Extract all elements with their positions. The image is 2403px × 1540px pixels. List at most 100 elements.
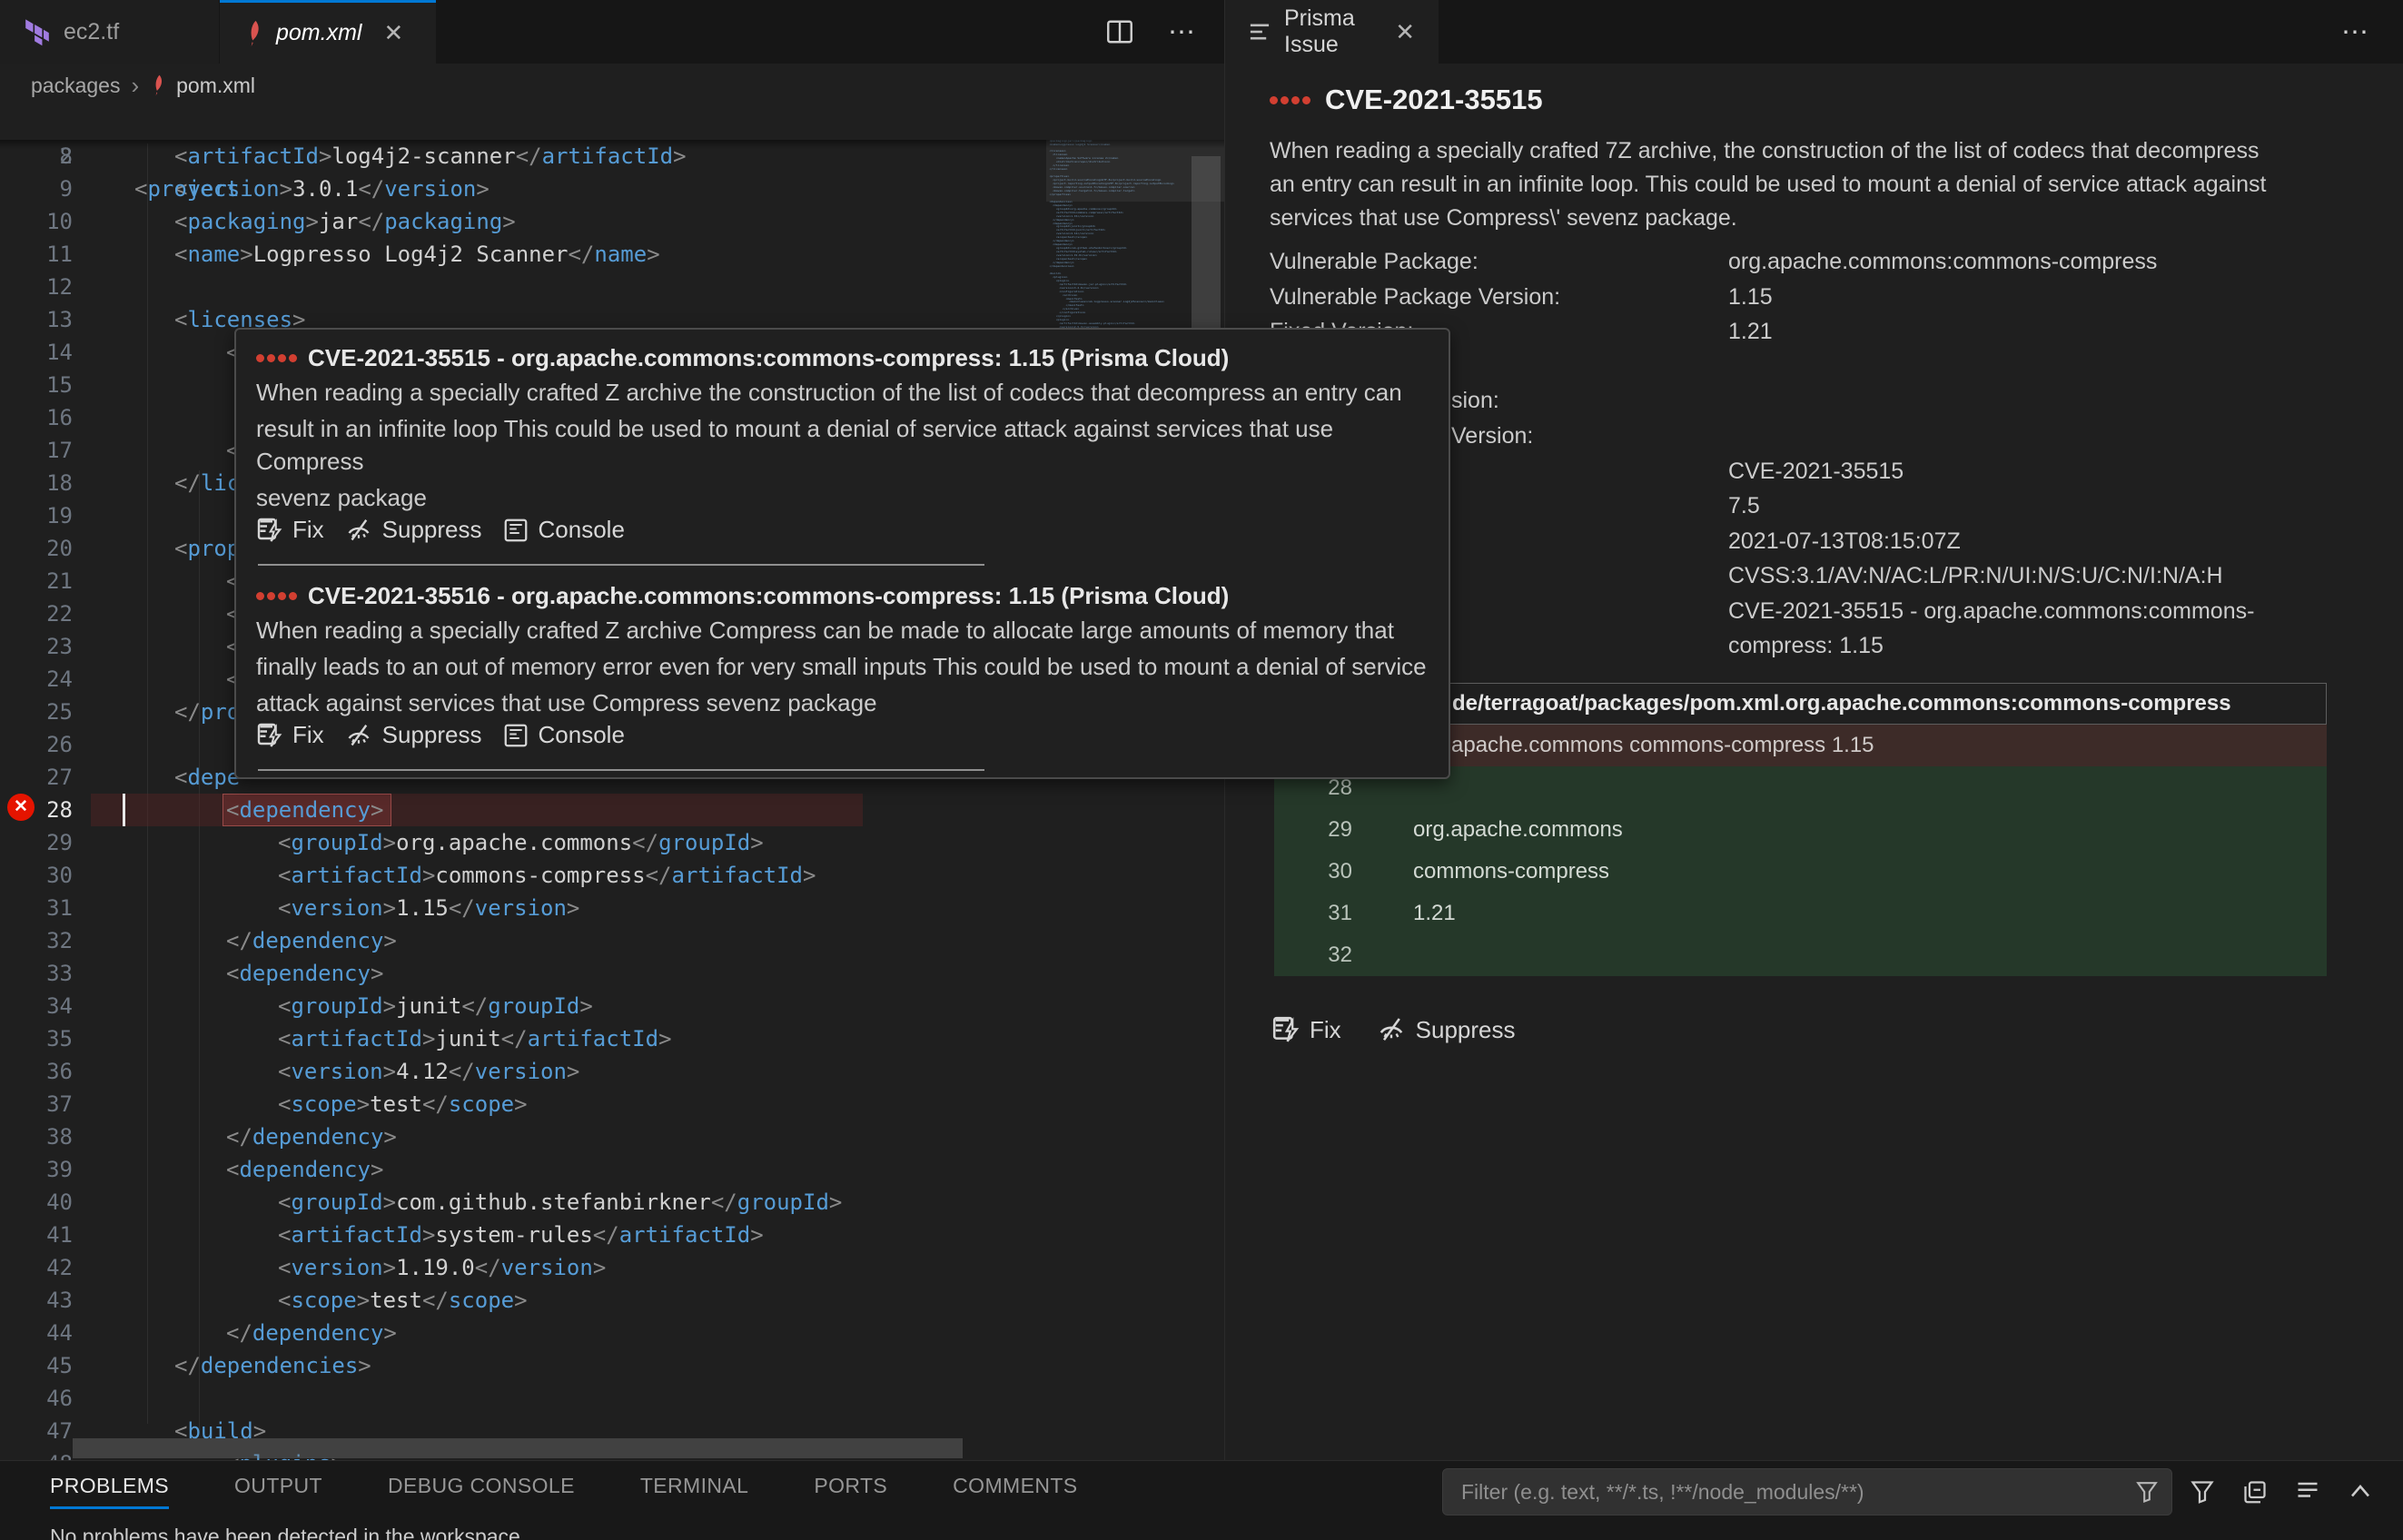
filter-funnel-icon[interactable] — [2131, 1476, 2162, 1507]
diff-line-number: 28 — [1300, 775, 1352, 801]
code-line[interactable]: 29<groupId>org.apache.commons</groupId> — [0, 826, 1224, 859]
breadcrumb-folder[interactable]: packages — [31, 74, 120, 98]
code-line[interactable]: 36<version>4.12</version> — [0, 1055, 1224, 1088]
line-number: 22 — [0, 597, 73, 630]
line-number: 30 — [0, 859, 73, 892]
severity-dots-icon — [256, 354, 297, 362]
line-number: 23 — [0, 630, 73, 663]
tab-prisma-issue[interactable]: Prisma Issue ✕ — [1224, 0, 1439, 64]
code-line[interactable]: 34<groupId>junit</groupId> — [0, 990, 1224, 1022]
line-number: 21 — [0, 565, 73, 597]
code-line[interactable]: 37 <scope>test</scope> — [0, 1088, 1224, 1120]
maven-icon — [150, 74, 165, 96]
code-text: <artifactId>commons-compress</artifactId… — [278, 859, 816, 892]
hover-cve-title: CVE-2021-35515 - org.apache.commons:comm… — [256, 344, 1429, 372]
code-line[interactable]: 31<version>1.15</version> — [0, 892, 1224, 924]
filter-icon[interactable] — [2187, 1476, 2218, 1507]
diff-line-text: org.apache.commons — [1413, 817, 1623, 843]
fix-button[interactable]: Fix — [256, 516, 324, 544]
chevron-up-icon[interactable] — [2345, 1476, 2376, 1507]
suppress-button[interactable]: Suppress — [344, 721, 482, 749]
split-editor-icon[interactable] — [1104, 16, 1135, 47]
bottom-tab-ports[interactable]: PORTS — [814, 1474, 887, 1509]
maven-icon — [243, 20, 263, 47]
close-icon[interactable]: ✕ — [383, 19, 403, 47]
code-line[interactable]: 42<version>1.19.0</version> — [0, 1251, 1224, 1284]
fix-label: Fix — [1310, 1016, 1341, 1044]
code-text: <version>4.12</version> — [278, 1055, 579, 1088]
code-line[interactable]: 35<artifactId>junit</artifactId> — [0, 1022, 1224, 1055]
close-icon[interactable]: ✕ — [1395, 18, 1415, 46]
suppress-button[interactable]: Suppress — [1376, 1015, 1516, 1044]
hover-divider — [258, 769, 984, 771]
code-line[interactable]: 44</dependency> — [0, 1317, 1224, 1349]
cve-heading: CVE-2021-35515 — [1270, 84, 1543, 116]
bottom-tab-comments[interactable]: COMMENTS — [953, 1474, 1077, 1509]
sticky-code-text: <project — [134, 173, 240, 205]
filter-input[interactable] — [1443, 1480, 2131, 1505]
code-line[interactable]: 33<dependency> — [0, 957, 1224, 990]
field-value: CVSS:3.1/AV:N/AC:L/PR:N/UI:N/S:U/C:N/I:N… — [1728, 563, 2223, 589]
horizontal-scrollbar[interactable] — [73, 1438, 963, 1458]
more-actions-icon[interactable]: ⋯ — [2339, 16, 2370, 47]
code-line[interactable]: 12 — [0, 271, 1224, 303]
code-text: <name>Logpresso Log4j2 Scanner</name> — [174, 238, 660, 271]
view-as-table-icon[interactable] — [2292, 1476, 2323, 1507]
code-text: </dependency> — [226, 1120, 397, 1153]
editor-tabbar-right: Prisma Issue ✕ ⋯ — [1224, 0, 2403, 64]
code-line[interactable]: 45</dependencies> — [0, 1349, 1224, 1382]
bottom-tab-debug-console[interactable]: DEBUG CONSOLE — [388, 1474, 575, 1509]
fix-button[interactable]: Fix — [1271, 1015, 1341, 1044]
code-line[interactable]: 32</dependency> — [0, 924, 1224, 957]
code-line[interactable]: 40<groupId>com.github.stefanbirkner</gro… — [0, 1186, 1224, 1219]
fix-icon — [256, 517, 283, 544]
breadcrumb-file[interactable]: pom.xml — [176, 74, 255, 98]
cve-description-line: services that use Compress\' sevenz pack… — [1270, 202, 1737, 235]
line-number: 41 — [0, 1219, 73, 1251]
code-text: <version>1.15</version> — [278, 892, 579, 924]
suppress-icon — [344, 722, 373, 749]
hover-cve-description: result in an infinite loop This could be… — [256, 412, 1429, 478]
code-editor[interactable]: 8<artifactId>log4j2-scanner</artifactId>… — [0, 107, 1224, 1460]
hover-cve-title: CVE-2021-35516 - org.apache.commons:comm… — [256, 582, 1429, 610]
code-line[interactable]: 10<packaging>jar</packaging> — [0, 205, 1224, 238]
bottom-tab-terminal[interactable]: TERMINAL — [640, 1474, 749, 1509]
vertical-scrollbar[interactable] — [1192, 156, 1221, 331]
line-number: 28 — [0, 794, 73, 826]
sticky-scroll-line[interactable]: 2 <project — [0, 107, 1224, 140]
bottom-tab-problems[interactable]: PROBLEMS — [50, 1474, 169, 1509]
tab-ec2-tf[interactable]: ec2.tf — [0, 0, 219, 64]
tab-pom-xml[interactable]: pom.xml ✕ — [220, 0, 436, 64]
hover-cve-description: sevenz package — [256, 481, 1429, 514]
field-value: org.apache.commons:commons-compress — [1728, 249, 2157, 275]
close-panel-icon[interactable]: ✕ — [2398, 1476, 2403, 1507]
code-text: <groupId>org.apache.commons</groupId> — [278, 826, 764, 859]
line-number: 37 — [0, 1088, 73, 1120]
suppress-button[interactable]: Suppress — [344, 516, 482, 544]
diff-line-number: 31 — [1300, 901, 1352, 926]
fix-button[interactable]: Fix — [256, 721, 324, 749]
code-line[interactable]: 46 — [0, 1382, 1224, 1415]
code-line[interactable]: 43<scope>test</scope> — [0, 1284, 1224, 1317]
code-text: <dependency> — [226, 1153, 383, 1186]
breadcrumb[interactable]: packages › pom.xml — [0, 64, 1224, 107]
console-button[interactable]: Console — [502, 516, 625, 544]
list-icon — [1248, 21, 1271, 43]
code-line[interactable]: 30 <artifactId>commons-compress</artifact… — [0, 859, 1224, 892]
line-number: 19 — [0, 499, 73, 532]
code-text: <scope>test</scope> — [278, 1088, 528, 1120]
code-line[interactable]: 39<dependency> — [0, 1153, 1224, 1186]
code-line[interactable]: 11<name>Logpresso Log4j2 Scanner</name> — [0, 238, 1224, 271]
code-line[interactable]: 38</dependency> — [0, 1120, 1224, 1153]
collapse-all-icon[interactable] — [2240, 1476, 2270, 1507]
line-number: 46 — [0, 1382, 73, 1415]
console-button[interactable]: Console — [502, 721, 625, 749]
more-actions-icon[interactable]: ⋯ — [1166, 16, 1197, 47]
field-value: 7.5 — [1728, 493, 1760, 519]
line-number: 35 — [0, 1022, 73, 1055]
problems-filter[interactable] — [1442, 1468, 2172, 1515]
code-line[interactable]: 41<artifactId>system-rules</artifactId> — [0, 1219, 1224, 1251]
bottom-tab-output[interactable]: OUTPUT — [234, 1474, 322, 1509]
text-cursor — [123, 794, 125, 826]
code-line[interactable]: ✕28<dependency> — [0, 794, 1224, 826]
